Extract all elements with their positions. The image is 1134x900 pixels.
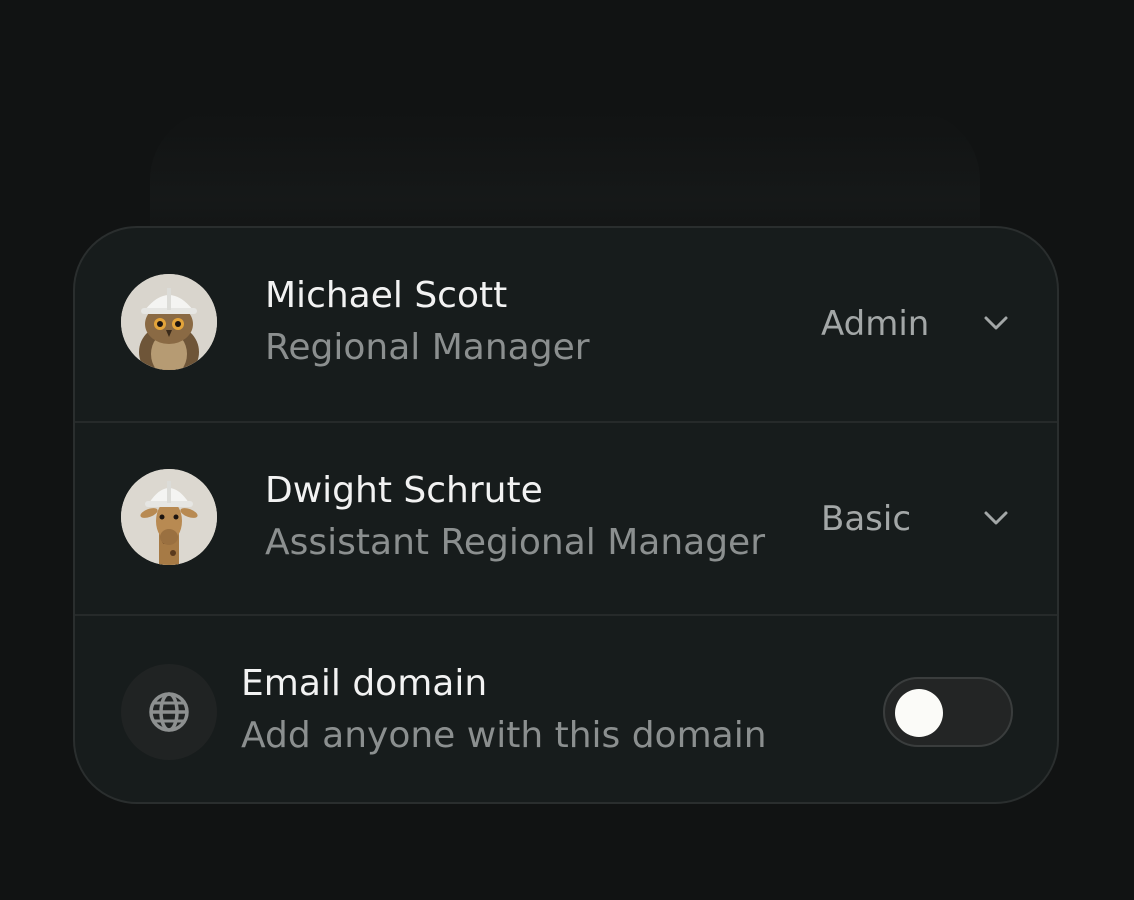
member-title: Regional Manager xyxy=(265,327,590,368)
chevron-down-icon[interactable] xyxy=(981,503,1011,533)
email-domain-description: Add anyone with this domain xyxy=(241,715,767,756)
owl-avatar xyxy=(121,274,217,370)
globe-icon xyxy=(149,692,189,732)
email-domain-row: Email domain Add anyone with this domain xyxy=(75,614,1057,802)
globe-icon-badge xyxy=(121,664,217,760)
member-list-card: Michael Scott Regional Manager Admin Dwi… xyxy=(73,226,1059,804)
member-name: Michael Scott xyxy=(265,275,508,316)
role-select[interactable]: Basic xyxy=(821,497,911,541)
email-domain-toggle[interactable] xyxy=(883,677,1013,747)
giraffe-avatar xyxy=(121,469,217,565)
page: Michael Scott Regional Manager Admin Dwi… xyxy=(0,0,1134,900)
chevron-down-icon[interactable] xyxy=(981,308,1011,338)
toggle-knob xyxy=(895,689,943,737)
email-domain-label: Email domain xyxy=(241,663,488,704)
role-select[interactable]: Admin xyxy=(821,302,929,346)
member-row: Dwight Schrute Assistant Regional Manage… xyxy=(75,421,1057,614)
member-name: Dwight Schrute xyxy=(265,470,543,511)
member-row: Michael Scott Regional Manager Admin xyxy=(75,228,1057,421)
member-title: Assistant Regional Manager xyxy=(265,522,765,563)
